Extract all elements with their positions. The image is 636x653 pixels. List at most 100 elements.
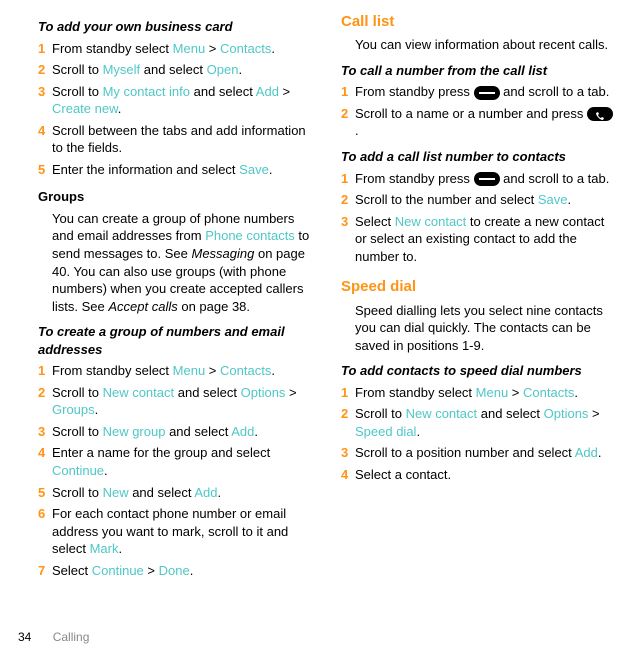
menu-ref: Add [575,445,598,460]
list-item: 4 Select a contact. [341,466,616,484]
text: . [218,485,222,500]
list: 1From standby press and scroll to a tab.… [341,83,616,140]
list-item: 2Scroll to Myself and select Open. [38,61,313,79]
text: . [355,123,359,138]
text: Select [52,563,92,578]
text: From standby select [355,385,476,400]
left-column: To add your own business card 1From stan… [0,0,327,583]
menu-ref: New contact [406,406,478,421]
text: From standby press [355,171,474,186]
menu-ref: Menu [173,41,206,56]
step-num: 4 [38,122,45,140]
list-item: 3Scroll to a position number and select … [341,444,616,462]
text: Scroll to [355,406,406,421]
page: To add your own business card 1From stan… [0,0,636,583]
right-column: Call list You can view information about… [327,0,636,583]
step-num: 3 [38,83,45,101]
menu-ref: New contact [395,214,467,229]
list-item: 4Enter a name for the group and select C… [38,444,313,479]
page-number: 34 [18,630,31,644]
footer: 34 Calling [18,629,89,645]
menu-ref: New [103,485,129,500]
list: 1 From standby press and scroll to a tab.… [341,170,616,266]
menu-ref: Options [544,406,589,421]
list: 1From standby select Menu > Contacts. 2S… [341,384,616,484]
text: Select [355,214,395,229]
list-item: 3Select New contact to create a new cont… [341,213,616,266]
text: > [279,84,290,99]
text: > [205,363,220,378]
footer-section: Calling [53,630,90,644]
text: . [254,424,258,439]
text: and scroll to a tab. [500,171,610,186]
list-item: 5Scroll to New and select Add. [38,484,313,502]
text: From standby select [52,363,173,378]
step-num: 1 [341,83,348,101]
menu-ref: Save [538,192,568,207]
heading: To add a call list number to contacts [341,148,616,166]
menu-ref: Add [194,485,217,500]
step-num: 1 [38,40,45,58]
text: Scroll to a name or a number and press [355,106,587,121]
section-heading: Call list [341,12,616,32]
menu-ref: Add [231,424,254,439]
step-num: 2 [341,105,348,123]
text: Scroll to [52,485,103,500]
menu-ref: Continue [92,563,144,578]
step-num: 1 [341,170,348,188]
text: > [205,41,220,56]
list-item: 3Scroll to New group and select Add. [38,423,313,441]
text: Scroll to [52,84,103,99]
text: . [104,463,108,478]
list-item: 5Enter the information and select Save. [38,161,313,179]
text: . [118,101,122,116]
step-num: 3 [38,423,45,441]
menu-ref: Open [207,62,239,77]
text: > [508,385,523,400]
text: Scroll to [52,385,103,400]
phone-key-icon [587,107,613,121]
text: and select [140,62,207,77]
menu-ref: Phone contacts [205,228,295,243]
step-num: 4 [341,466,348,484]
step-num: 3 [341,213,348,231]
list: 1From standby select Menu > Contacts. 2S… [38,40,313,179]
text: . [574,385,578,400]
step-num: 1 [38,362,45,380]
text: Enter the information and select [52,162,239,177]
list-item: 2Scroll to the number and select Save. [341,191,616,209]
paragraph: Speed dialling lets you select nine cont… [341,302,616,355]
text: Select a contact. [355,467,451,482]
paragraph: You can view information about recent ca… [341,36,616,54]
heading: To call a number from the call list [341,62,616,80]
list-item: 4Scroll between the tabs and add informa… [38,122,313,157]
menu-ref: New contact [103,385,175,400]
menu-ref: Continue [52,463,104,478]
menu-ref: Menu [476,385,509,400]
reference: Accept calls [108,299,177,314]
text: . [238,62,242,77]
text: Scroll to a position number and select [355,445,575,460]
menu-ref: Groups [52,402,95,417]
text: . [271,41,275,56]
list-item: 7Select Continue > Done. [38,562,313,580]
section-heading: Speed dial [341,277,616,297]
text: For each contact phone number or email a… [52,506,288,556]
step-num: 3 [341,444,348,462]
step-num: 7 [38,562,45,580]
list-item: 2Scroll to a name or a number and press … [341,105,616,140]
step-num: 2 [341,191,348,209]
menu-ref: Contacts [220,41,271,56]
text: and select [174,385,241,400]
list-item: 2Scroll to New contact and select Option… [38,384,313,419]
step-num: 6 [38,505,45,523]
text: and select [477,406,544,421]
list-item: 6 For each contact phone number or email … [38,505,313,558]
list-item: 1From standby select Menu > Contacts. [38,362,313,380]
text: . [567,192,571,207]
menu-ref: My contact info [103,84,190,99]
text: and select [165,424,231,439]
menu-ref: Myself [103,62,141,77]
text: Scroll to [52,424,103,439]
step-num: 5 [38,161,45,179]
